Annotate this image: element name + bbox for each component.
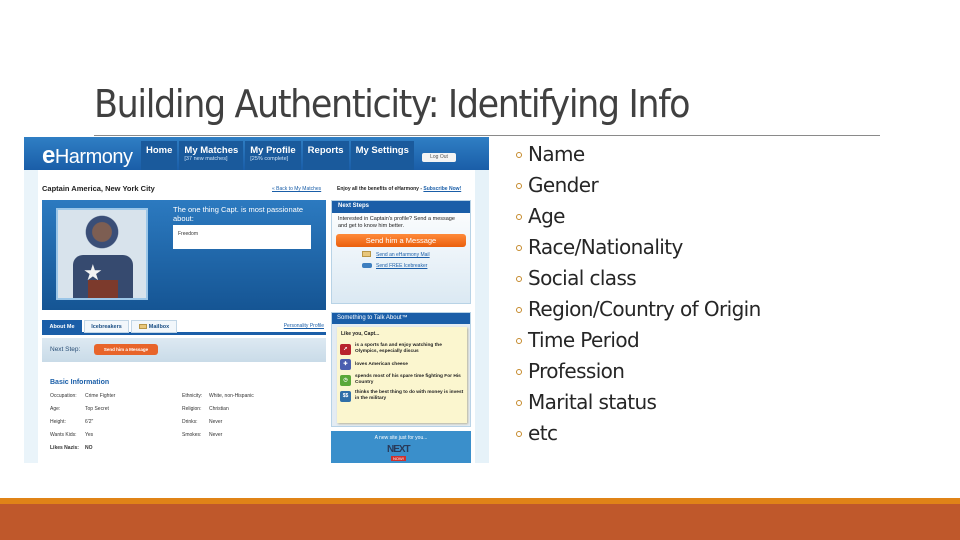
tab-mailbox[interactable]: Mailbox	[131, 320, 177, 333]
profile-photo: ★	[56, 208, 148, 300]
next-step-bar: Next Step: Send him a Message	[42, 338, 326, 362]
profile-name: Captain America, New York City	[42, 184, 155, 193]
subscribe-promo: Enjoy all the benefits of eHarmony - Sub…	[337, 186, 462, 192]
eharmony-header: eHarmony Home My Matches [37 new matches]…	[24, 137, 489, 170]
back-to-matches-link[interactable]: « Back to My Matches	[272, 186, 321, 192]
clock-icon: ◷	[340, 374, 351, 386]
talk-header: Something to Talk About™	[332, 313, 470, 324]
list-item: Social class	[516, 262, 761, 293]
info-row: Smokes: Never	[182, 432, 223, 438]
list-item: etc	[516, 417, 761, 448]
list-item: Profession	[516, 355, 761, 386]
eharmony-nav: Home My Matches [37 new matches] My Profi…	[141, 141, 414, 170]
info-row: Ethnicity: White, non-Hispanic	[182, 393, 254, 399]
footer-band	[0, 504, 960, 540]
logout-button[interactable]: Log Out	[422, 153, 456, 162]
tab-about-me[interactable]: About Me	[42, 320, 82, 333]
mail-icon	[362, 251, 371, 257]
bullet-icon	[516, 244, 522, 251]
info-row: Religion: Christian	[182, 406, 229, 412]
send-message-button[interactable]: Send him a Message	[336, 234, 466, 247]
eharmony-screenshot: eHarmony Home My Matches [37 new matches]…	[24, 137, 489, 463]
talk-item: $$ thinks the best thing to do with mone…	[340, 390, 464, 402]
next-steps-text: Interested in Captain's profile? Send a …	[338, 216, 455, 229]
list-item: Race/Nationality	[516, 231, 761, 262]
slide-title: Building Authenticity: Identifying Info	[94, 82, 691, 126]
bullet-icon	[516, 275, 522, 282]
list-item: Marital status	[516, 386, 761, 417]
bullet-icon	[516, 399, 522, 406]
tab-icebreakers[interactable]: Icebreakers	[84, 320, 129, 333]
passion-answer: Freedom	[173, 225, 311, 249]
send-icebreaker-link[interactable]: Send FREE Icebreaker	[332, 263, 470, 269]
send-mail-link[interactable]: Send an eHarmony Mail	[332, 251, 470, 258]
passion-question: The one thing Capt. is most passionate a…	[173, 205, 304, 223]
eharmony-logo: eHarmony	[42, 142, 133, 169]
sports-icon: ➚	[340, 343, 351, 355]
next-step-send-button[interactable]: Send him a Message	[94, 344, 158, 355]
icebreaker-icon	[362, 263, 372, 268]
new-site-text: A new site just for you...	[374, 435, 428, 441]
talk-intro: Like you, Capt...	[341, 331, 380, 337]
nav-my-matches[interactable]: My Matches [37 new matches]	[179, 141, 244, 170]
talk-note: Like you, Capt... ➚ is a sports fan and …	[337, 327, 467, 423]
talk-item: ✚ loves American cheese	[340, 359, 464, 370]
nav-reports[interactable]: Reports	[302, 141, 349, 170]
profile-tabs: About Me Icebreakers Mailbox Personality…	[42, 320, 326, 335]
bullet-icon	[516, 151, 522, 158]
new-site-ad[interactable]: A new site just for you... NEXT NOW!	[331, 431, 471, 463]
talk-item: ➚ is a sports fan and enjoy watching the…	[340, 343, 464, 355]
next-logo: NEXT	[387, 444, 411, 455]
list-item: Name	[516, 138, 761, 169]
bullet-icon	[516, 430, 522, 437]
bullet-icon	[516, 337, 522, 344]
profile-hero: ★ The one thing Capt. is most passionate…	[42, 200, 326, 310]
title-divider	[94, 135, 880, 136]
right-margin	[475, 170, 489, 463]
nav-home[interactable]: Home	[141, 141, 178, 170]
list-item: Gender	[516, 169, 761, 200]
mailbox-icon	[138, 324, 147, 330]
something-to-talk-about: Something to Talk About™ Like you, Capt.…	[331, 312, 471, 427]
next-step-label: Next Step:	[50, 346, 81, 353]
info-row: Height: 6'2"	[50, 419, 94, 425]
info-row: Age: Top Secret	[50, 406, 109, 412]
basic-info-title: Basic Information	[50, 379, 110, 386]
personality-profile-link[interactable]: Personality Profile	[284, 323, 324, 329]
next-steps-panel: Next Steps Interested in Captain's profi…	[331, 200, 471, 304]
bullet-icon	[516, 306, 522, 313]
identifying-info-list: Name Gender Age Race/Nationality Social …	[516, 138, 761, 448]
info-row: Drinks: Never	[182, 419, 223, 425]
food-icon: ✚	[340, 359, 351, 370]
next-steps-header: Next Steps	[332, 201, 470, 213]
info-row: Likes Nazis: NO	[50, 445, 93, 451]
nav-my-settings[interactable]: My Settings	[350, 141, 414, 170]
info-row: Wants Kids: Yes	[50, 432, 94, 438]
money-icon: $$	[340, 390, 351, 402]
subscribe-link[interactable]: Subscribe Now!	[423, 186, 461, 192]
star-icon: ★	[83, 260, 103, 285]
list-item: Region/Country of Origin	[516, 293, 761, 324]
list-item: Age	[516, 200, 761, 231]
now-badge: NOW!	[391, 456, 406, 461]
bullet-icon	[516, 182, 522, 189]
list-item: Time Period	[516, 324, 761, 355]
talk-item: ◷ spends most of his spare time fighting…	[340, 374, 464, 386]
bullet-icon	[516, 368, 522, 375]
bullet-icon	[516, 213, 522, 220]
basic-information: Basic Information Occupation: Crime Fight…	[42, 365, 326, 463]
nav-my-profile[interactable]: My Profile [25% complete]	[245, 141, 301, 170]
info-row: Occupation: Crime Fighter	[50, 393, 116, 399]
